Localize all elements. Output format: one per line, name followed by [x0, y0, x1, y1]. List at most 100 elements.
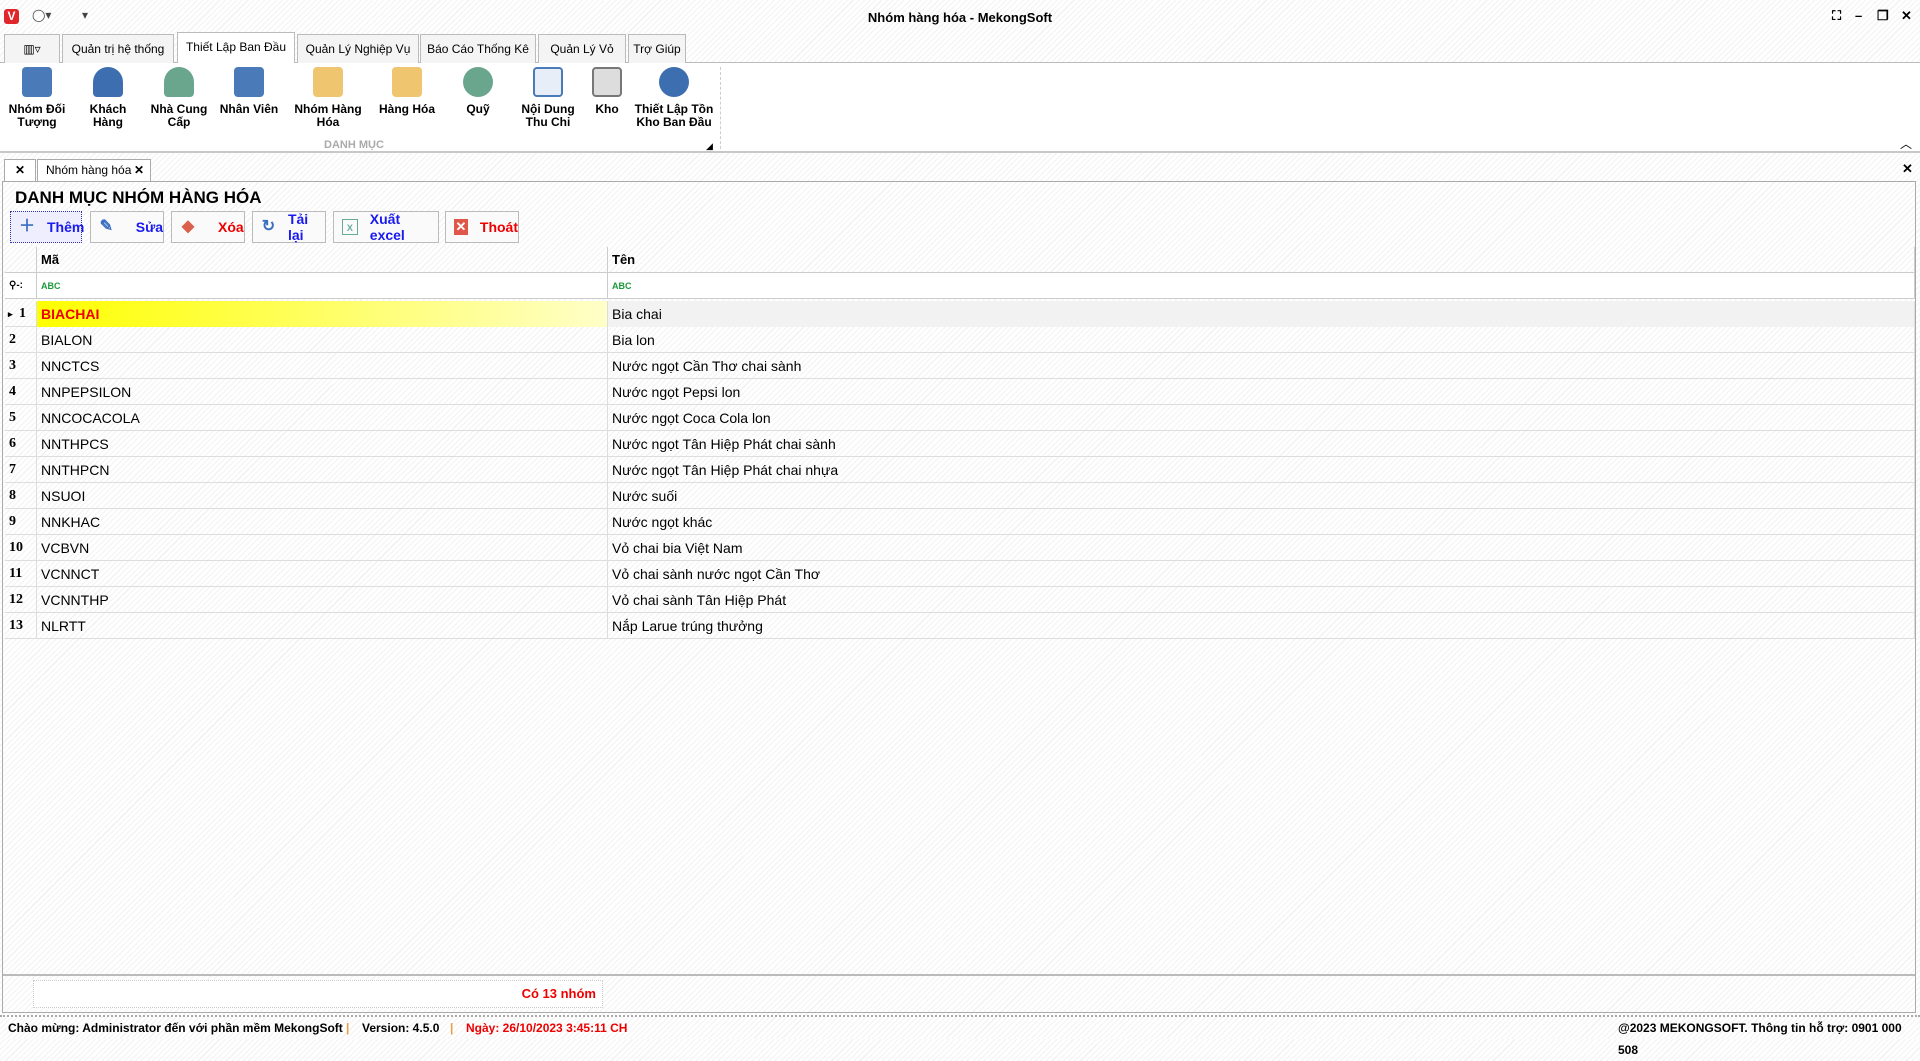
reload-button[interactable]: ↻ Tải lại: [252, 211, 326, 243]
cell-code[interactable]: VCBVN: [37, 535, 608, 561]
xlsx-icon: X: [342, 219, 358, 235]
table-row[interactable]: 6 NNTHPCS Nước ngọt Tân Hiệp Phát chai sàn…: [5, 431, 1915, 457]
row-number: 8: [5, 483, 37, 509]
cell-code[interactable]: NNTHPCS: [37, 431, 608, 457]
table-row[interactable]: 4 NNPEPSILON Nước ngọt Pepsi lon: [5, 379, 1915, 405]
column-header-name[interactable]: Tên: [608, 247, 1915, 273]
cell-code[interactable]: NNCOCACOLA: [37, 405, 608, 431]
column-header-code[interactable]: Mã: [37, 247, 608, 273]
screenshot-icon[interactable]: ⛶: [1832, 8, 1841, 24]
cell-name[interactable]: Vỏ chai bia Việt Nam: [608, 535, 1915, 561]
ribbon-nhom-hang-hoa[interactable]: Nhóm Hàng Hóa: [290, 67, 366, 129]
collapse-ribbon-icon[interactable]: ︿: [1900, 135, 1912, 152]
cell-name[interactable]: Nước ngọt Tân Hiệp Phát chai sành: [608, 431, 1915, 457]
close-document-icon[interactable]: ✕: [1902, 161, 1913, 177]
status-date: Ngày: 26/10/2023 3:45:11 CH: [466, 1021, 628, 1035]
title-bar: V ◯▾ ▾ Nhóm hàng hóa - MekongSoft ⛶ – ❐ …: [0, 0, 1920, 34]
tab-quan-tri[interactable]: Quản trị hệ thống: [62, 34, 174, 63]
table-row[interactable]: 5 NNCOCACOLA Nước ngọt Coca Cola lon: [5, 405, 1915, 431]
ribbon-kho[interactable]: Kho: [588, 67, 626, 116]
row-number: 7: [5, 457, 37, 483]
exit-button[interactable]: ✕ Thoát: [445, 211, 519, 243]
edit-button[interactable]: ✎ Sửa: [90, 211, 164, 243]
table-row[interactable]: 8 NSUOI Nước suối: [5, 483, 1915, 509]
table-row[interactable]: 7 NNTHPCN Nước ngọt Tân Hiệp Phát chai nhự…: [5, 457, 1915, 483]
close-tab-icon[interactable]: ✕: [134, 160, 144, 180]
ribbon: Nhóm Đối Tượng Khách Hàng Nhà Cung Cấp N…: [0, 63, 1920, 153]
doc-tab-nhom-hang-hoa[interactable]: Nhóm hàng hóa ✕: [37, 159, 151, 181]
tab-tro-giup[interactable]: Trợ Giúp: [628, 34, 686, 63]
row-number: 13: [5, 613, 37, 639]
table-row[interactable]: 13 NLRTT Nắp Larue trúng thưởng: [5, 613, 1915, 639]
pencil-icon: ✎: [99, 218, 114, 235]
cell-name[interactable]: Bia chai: [608, 301, 1915, 327]
restore-button[interactable]: ❐: [1877, 8, 1889, 24]
dialog-launcher-icon[interactable]: ◢: [706, 141, 713, 152]
tab-thiet-lap[interactable]: Thiết Lập Ban Đầu: [177, 32, 295, 64]
cell-code[interactable]: NLRTT: [37, 613, 608, 639]
row-number: 5: [5, 405, 37, 431]
ribbon-nha-cung-cap[interactable]: Nhà Cung Cấp: [148, 67, 210, 129]
ribbon-hang-hoa[interactable]: Hàng Hóa: [374, 67, 440, 116]
table-row[interactable]: 3 NNCTCS Nước ngọt Cần Thơ chai sành: [5, 353, 1915, 379]
close-button[interactable]: ✕: [1901, 8, 1912, 24]
close-all-tabs-button[interactable]: ✕: [4, 159, 36, 181]
cell-code[interactable]: NSUOI: [37, 483, 608, 509]
status-version: Version: 4.5.0: [362, 1021, 440, 1035]
cell-code[interactable]: BIALON: [37, 327, 608, 353]
cell-name[interactable]: Vỏ chai sành nước ngọt Cần Thơ: [608, 561, 1915, 587]
current-row-indicator-icon: ▸: [8, 309, 13, 319]
status-welcome: Chào mừng: Administrator đến với phần mề…: [8, 1021, 343, 1035]
gears-icon: [659, 67, 689, 97]
money-icon: [463, 67, 493, 97]
status-copyright: @2023 MEKONGSOFT. Thông tin hỗ trợ: 0901…: [1618, 1021, 1902, 1057]
tab-quan-ly-vo[interactable]: Quản Lý Vỏ: [538, 34, 626, 63]
ribbon-khach-hang[interactable]: Khách Hàng: [80, 67, 136, 129]
cell-code[interactable]: BIACHAI: [37, 301, 608, 327]
ribbon-nhom-doi-tuong[interactable]: Nhóm Đối Tượng: [4, 67, 70, 129]
warehouse-icon: [592, 67, 622, 97]
cell-code[interactable]: NNPEPSILON: [37, 379, 608, 405]
minimize-button[interactable]: –: [1855, 8, 1862, 23]
row-number: ▸ 1: [5, 301, 37, 327]
cell-code[interactable]: VCNNCT: [37, 561, 608, 587]
users-icon: [22, 67, 52, 97]
cell-code[interactable]: NNKHAC: [37, 509, 608, 535]
cell-name[interactable]: Nước ngọt khác: [608, 509, 1915, 535]
table-row[interactable]: ▸ 1 BIACHAI Bia chai: [5, 301, 1915, 327]
close-box-icon: ✕: [454, 219, 468, 235]
ribbon-noi-dung-thu-chi[interactable]: Nội Dung Thu Chi: [518, 67, 578, 129]
table-row[interactable]: 9 NNKHAC Nước ngọt khác: [5, 509, 1915, 535]
filter-name-input[interactable]: ABC: [608, 273, 1915, 299]
cell-code[interactable]: NNCTCS: [37, 353, 608, 379]
filter-code-input[interactable]: ABC: [37, 273, 608, 299]
cell-name[interactable]: Nắp Larue trúng thưởng: [608, 613, 1915, 639]
ribbon-nhan-vien[interactable]: Nhân Viên: [218, 67, 280, 116]
cell-name[interactable]: Nước suối: [608, 483, 1915, 509]
ribbon-thiet-lap-ton-kho[interactable]: Thiết Lập Tồn Kho Ban Đầu: [632, 67, 716, 129]
row-number: 9: [5, 509, 37, 535]
cell-name[interactable]: Nước ngọt Tân Hiệp Phát chai nhựa: [608, 457, 1915, 483]
cell-code[interactable]: VCNNTHP: [37, 587, 608, 613]
table-row[interactable]: 2 BIALON Bia lon: [5, 327, 1915, 353]
export-excel-button[interactable]: X Xuất excel: [333, 211, 439, 243]
tab-nghiep-vu[interactable]: Quản Lý Nghiệp Vụ: [297, 34, 419, 63]
tab-bao-cao[interactable]: Báo Cáo Thống Kê: [420, 34, 536, 63]
cell-name[interactable]: Vỏ chai sành Tân Hiệp Phát: [608, 587, 1915, 613]
cell-name[interactable]: Bia lon: [608, 327, 1915, 353]
cell-code[interactable]: NNTHPCN: [37, 457, 608, 483]
row-number: 12: [5, 587, 37, 613]
cell-name[interactable]: Nước ngọt Cần Thơ chai sành: [608, 353, 1915, 379]
status-separator: |: [450, 1021, 454, 1035]
delete-button[interactable]: ◆ Xóa: [171, 211, 245, 243]
table-row[interactable]: 11 VCNNCT Vỏ chai sành nước ngọt Cần Thơ: [5, 561, 1915, 587]
cell-name[interactable]: Nước ngọt Coca Cola lon: [608, 405, 1915, 431]
cell-name[interactable]: Nước ngọt Pepsi lon: [608, 379, 1915, 405]
filter-pin-icon[interactable]: ⚲-:: [5, 273, 37, 299]
app-menu-button[interactable]: ▥▿: [4, 34, 60, 63]
plus-icon: ＋: [19, 218, 36, 235]
table-row[interactable]: 10 VCBVN Vỏ chai bia Việt Nam: [5, 535, 1915, 561]
add-button[interactable]: ＋ Thêm: [10, 211, 84, 243]
table-row[interactable]: 12 VCNNTHP Vỏ chai sành Tân Hiệp Phát: [5, 587, 1915, 613]
ribbon-quy[interactable]: Quỹ: [456, 67, 500, 116]
